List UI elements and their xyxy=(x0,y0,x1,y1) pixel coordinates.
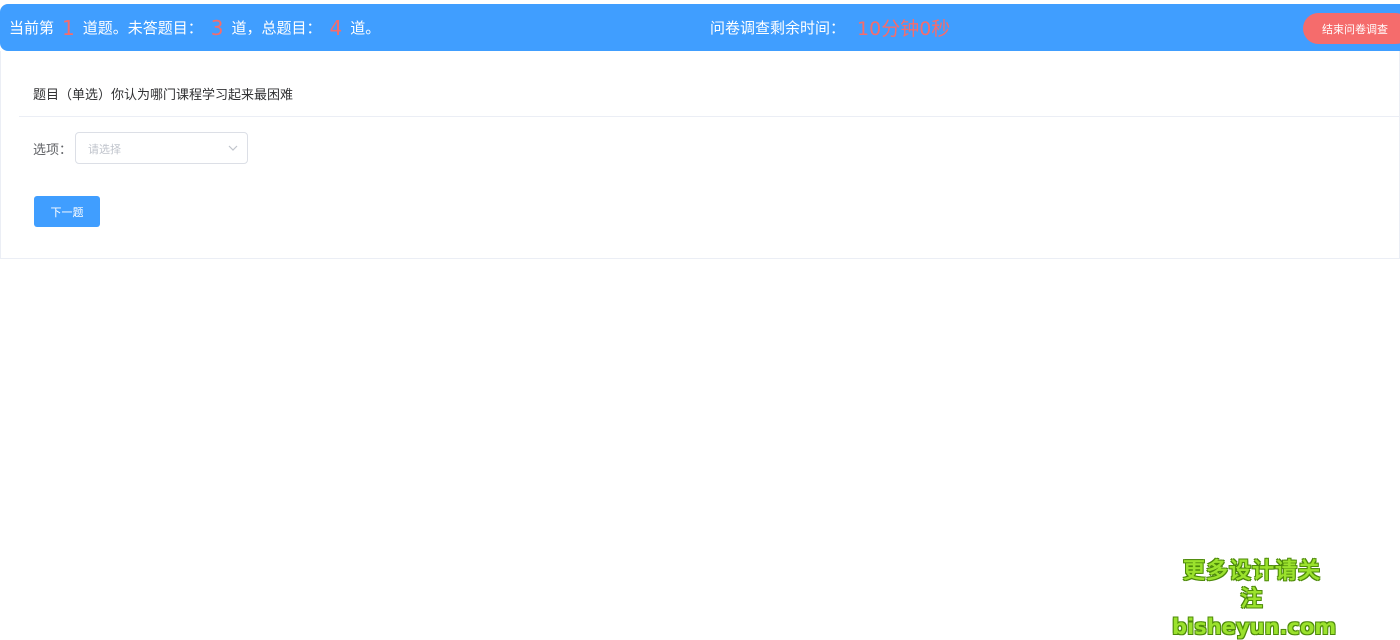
end-survey-button[interactable]: 结束问卷调查 xyxy=(1303,13,1400,44)
progress-suffix: 道。 xyxy=(350,19,381,37)
next-question-button[interactable]: 下一题 xyxy=(34,196,100,227)
progress-middle-1: 道题。未答题目： xyxy=(82,19,203,37)
option-label: 选项： xyxy=(33,143,73,158)
question-card: 题目（单选）你认为哪门课程学习起来最困难 选项： 请选择 下一题 xyxy=(0,51,1400,259)
remaining-time: 问卷调查剩余时间： 10分钟0秒 xyxy=(710,4,950,51)
watermark: 更多设计请关注 bisheyun.com xyxy=(1172,558,1337,640)
select-placeholder: 请选择 xyxy=(88,143,121,156)
progress-prefix: 当前第 xyxy=(9,19,55,37)
chevron-down-icon xyxy=(228,145,238,151)
current-question-number: 1 xyxy=(62,15,75,40)
watermark-line-1: 更多设计请关注 xyxy=(1182,559,1321,612)
top-status-bar: 当前第 1 道题。未答题目： 3 道，总题目： 4 道。 问卷调查剩余时间： 1… xyxy=(0,4,1400,51)
timer-value: 10分钟0秒 xyxy=(857,18,951,40)
unanswered-count: 3 xyxy=(210,15,224,40)
question-progress: 当前第 1 道题。未答题目： 3 道，总题目： 4 道。 xyxy=(9,4,380,51)
total-count: 4 xyxy=(329,15,343,40)
watermark-line-2: bisheyun.com xyxy=(1172,615,1337,639)
question-title: 题目（单选）你认为哪门课程学习起来最困难 xyxy=(33,88,294,103)
option-select[interactable]: 请选择 xyxy=(75,132,248,164)
divider xyxy=(19,116,1400,117)
progress-middle-2: 道，总题目： xyxy=(231,19,322,37)
timer-label: 问卷调查剩余时间： xyxy=(710,19,846,37)
